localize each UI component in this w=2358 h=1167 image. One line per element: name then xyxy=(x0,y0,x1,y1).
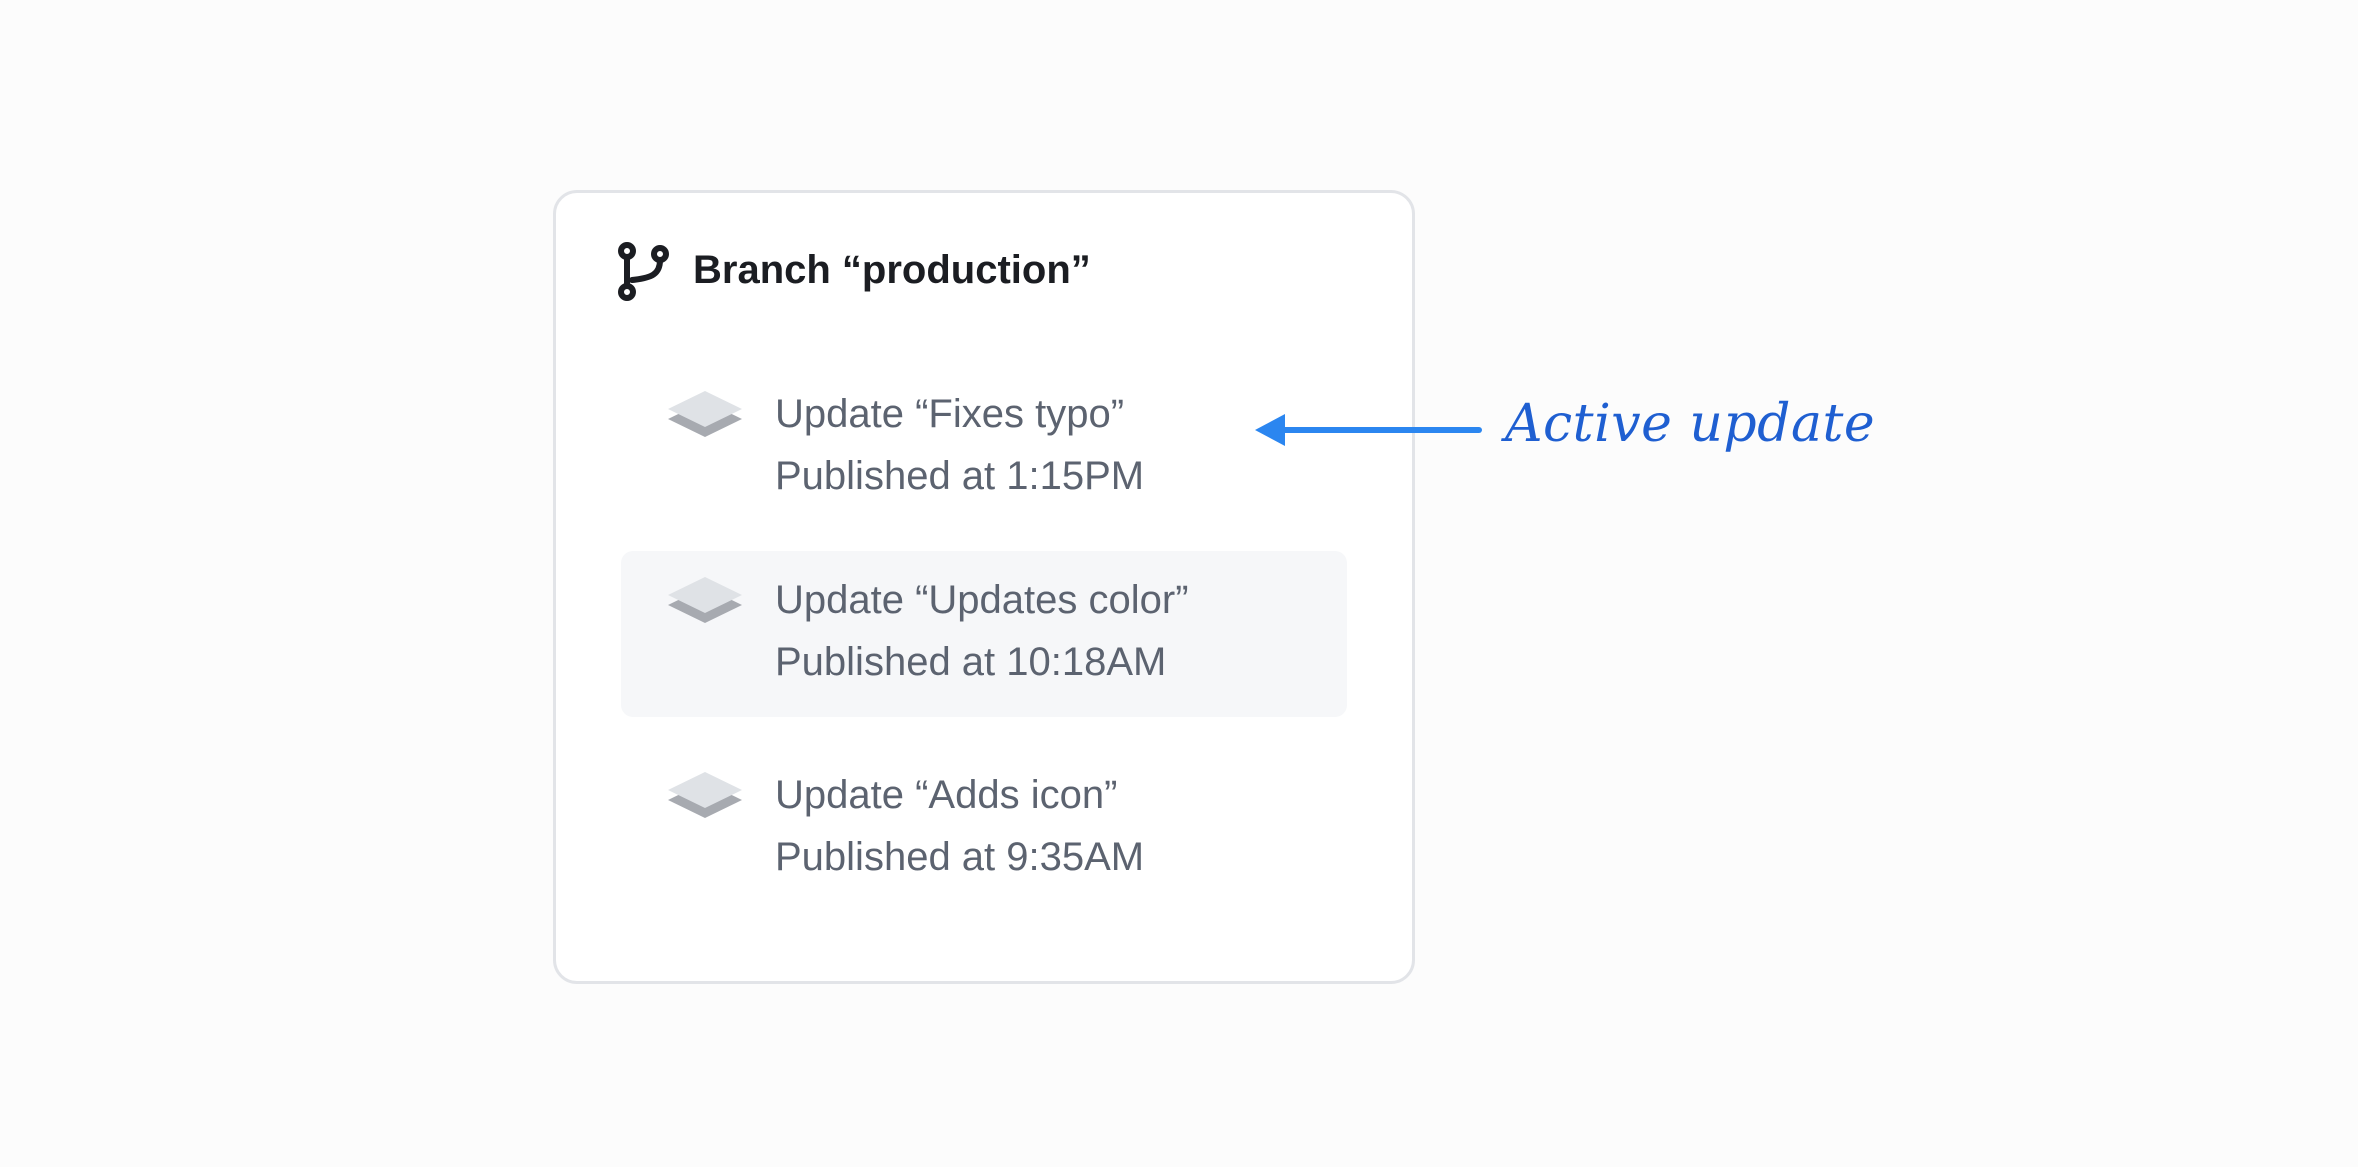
update-title[interactable]: Update “Updates color” xyxy=(775,572,1189,628)
layers-icon xyxy=(668,577,742,623)
update-published-time: Published at 9:35AM xyxy=(775,835,1145,879)
update-published-time: Published at 10:18AM xyxy=(775,640,1167,684)
annotation-label: Active update xyxy=(1505,394,1876,454)
update-title[interactable]: Update “Fixes typo” xyxy=(775,386,1124,442)
update-published-time: Published at 1:15PM xyxy=(775,454,1145,498)
layers-icon xyxy=(668,772,742,818)
annotation-arrow xyxy=(1255,414,1482,446)
layers-icon xyxy=(668,391,742,437)
branch-title: Branch “production” xyxy=(693,248,1091,292)
git-branch-icon xyxy=(618,242,669,301)
update-title[interactable]: Update “Adds icon” xyxy=(775,767,1117,823)
